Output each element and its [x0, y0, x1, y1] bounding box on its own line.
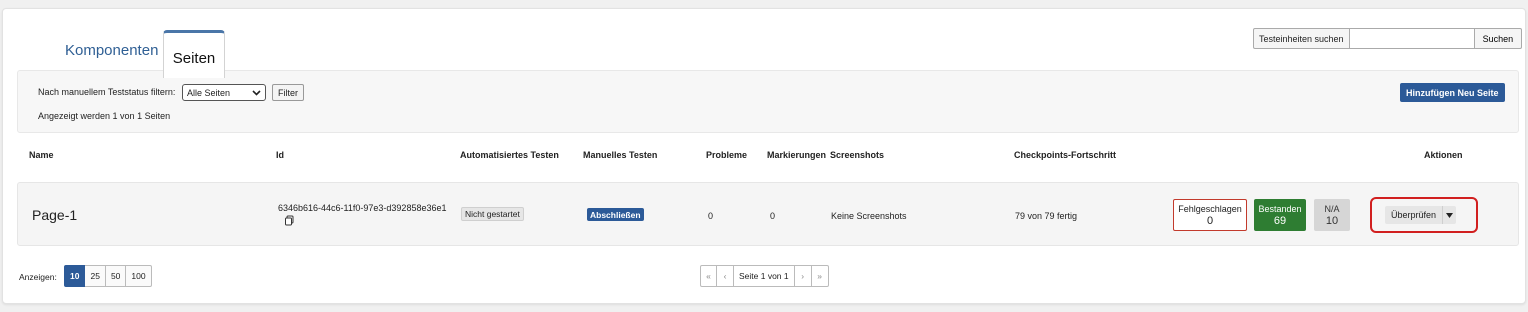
header-id[interactable]: Id — [276, 150, 284, 160]
header-screenshots[interactable]: Screenshots — [830, 150, 884, 160]
header-checkpoint-progress[interactable]: Checkpoints-Fortschritt — [1014, 150, 1116, 160]
passed-label: Bestanden — [1258, 204, 1302, 214]
page-size-label: Anzeigen: — [19, 272, 57, 282]
failed-count-box: Fehlgeschlagen 0 — [1173, 199, 1247, 231]
search-group: Testeinheiten suchen Suchen — [1253, 28, 1523, 49]
tab-seiten[interactable]: Seiten — [163, 30, 225, 78]
page-size-10[interactable]: 10 — [64, 265, 86, 287]
page-size-100[interactable]: 100 — [126, 265, 152, 287]
pagination: « ‹ Seite 1 von 1 › » — [700, 265, 829, 287]
header-markings[interactable]: Markierungen — [767, 150, 826, 160]
manual-status-badge: Abschließen — [587, 208, 644, 221]
checkpoint-progress: 79 von 79 fertig — [1015, 211, 1078, 221]
status-filter-value: Alle Seiten — [187, 87, 231, 98]
first-page-button[interactable]: « — [700, 265, 717, 287]
main-card: Komponenten Seiten Testeinheiten suchen … — [2, 8, 1526, 304]
search-input[interactable] — [1349, 28, 1474, 49]
header-problems[interactable]: Probleme — [706, 150, 747, 160]
na-count-box: N/A 10 — [1314, 199, 1350, 231]
page-size-25[interactable]: 25 — [85, 265, 106, 287]
result-count: Angezeigt werden 1 von 1 Seiten — [38, 111, 171, 121]
page-name-link[interactable]: Page-1 — [32, 207, 77, 223]
review-dropdown-toggle[interactable] — [1442, 206, 1456, 224]
screenshots-value: Keine Screenshots — [831, 211, 907, 221]
passed-count: 69 — [1273, 215, 1287, 227]
automated-status-badge: Nicht gestartet — [461, 207, 524, 221]
markings-count: 0 — [770, 211, 776, 221]
filter-label: Nach manuellem Teststatus filtern: — [38, 87, 176, 97]
passed-count-box: Bestanden 69 — [1254, 199, 1306, 231]
search-button[interactable]: Suchen — [1473, 28, 1523, 49]
tab-seiten-label: Seiten — [172, 50, 216, 67]
copy-icon[interactable] — [284, 215, 295, 226]
page: Komponenten Seiten Testeinheiten suchen … — [0, 0, 1528, 312]
header-manual-testing[interactable]: Manuelles Testen — [583, 150, 657, 160]
review-button[interactable]: Überprüfen — [1385, 206, 1443, 224]
tab-komponenten[interactable]: Komponenten — [65, 42, 158, 59]
status-filter-select[interactable]: Alle Seiten — [182, 84, 266, 101]
last-page-button[interactable]: » — [811, 265, 829, 287]
header-name[interactable]: Name — [29, 150, 54, 160]
page-size-50[interactable]: 50 — [105, 265, 127, 287]
failed-count: 0 — [1206, 215, 1214, 227]
filter-panel: Nach manuellem Teststatus filtern: Alle … — [17, 70, 1519, 133]
page-id: 6346b616-44c6-11f0-97e3-d392858e36e1 — [278, 203, 447, 213]
na-count: 10 — [1325, 215, 1339, 227]
failed-label: Fehlgeschlagen — [1178, 204, 1242, 214]
caret-down-icon — [1446, 212, 1453, 218]
current-page-indicator: Seite 1 von 1 — [734, 265, 795, 287]
next-page-button[interactable]: › — [794, 265, 812, 287]
search-label: Testeinheiten suchen — [1253, 28, 1350, 49]
add-new-page-button[interactable]: Hinzufügen Neu Seite — [1400, 83, 1505, 102]
header-automated-testing[interactable]: Automatisiertes Testen — [460, 150, 559, 160]
page-size-selector: 10 25 50 100 — [64, 265, 152, 287]
table-row: Page-1 6346b616-44c6-11f0-97e3-d392858e3… — [17, 182, 1519, 246]
na-label: N/A — [1324, 204, 1340, 214]
filter-button[interactable]: Filter — [272, 84, 304, 101]
problems-count: 0 — [708, 211, 714, 221]
chevron-down-icon — [252, 88, 261, 98]
header-actions: Aktionen — [1424, 150, 1463, 160]
prev-page-button[interactable]: ‹ — [717, 265, 734, 287]
